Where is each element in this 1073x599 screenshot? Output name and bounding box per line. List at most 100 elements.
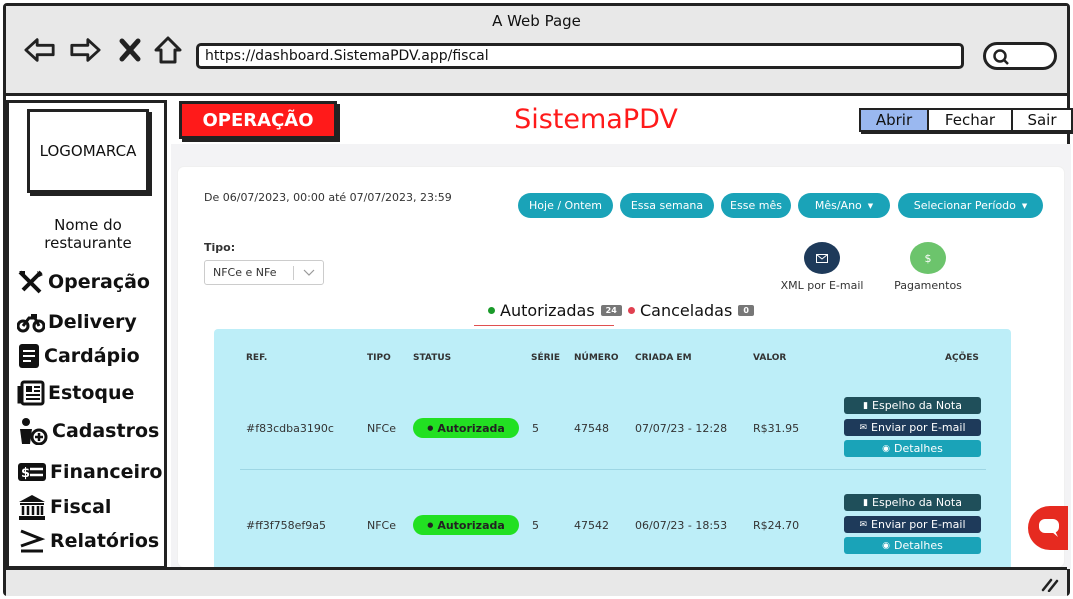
column-header: CRIADA EM [635, 353, 692, 363]
serie-cell: 5 [532, 422, 539, 435]
column-header: SÉRIE [531, 353, 561, 363]
send-email-button[interactable]: ✉ Enviar por E-mail [844, 516, 981, 533]
restaurant-name: Nome do restaurante [44, 216, 132, 252]
column-header: NÚMERO [574, 353, 619, 363]
chevron-down-icon [303, 269, 315, 276]
chat-icon [1039, 519, 1059, 537]
tipo-value: NFCe e NFe [213, 266, 277, 279]
open-button[interactable]: Abrir [861, 110, 929, 130]
notes-table: REF. TIPO STATUS SÉRIE NÚMERO CRIADA EM … [214, 329, 1011, 567]
logo: LOGOMARCA [27, 109, 149, 193]
column-header: AÇÕES [945, 353, 979, 363]
status-dot-icon: ● [427, 424, 434, 432]
sidebar-item-label: Estoque [48, 382, 135, 404]
status-dot [488, 307, 495, 314]
tipo-select[interactable]: NFCe e NFe [204, 260, 324, 285]
session-actions: Abrir Fechar Sair [859, 108, 1073, 132]
mirror-note-button[interactable]: ▮ Espelho da Nota [844, 397, 981, 414]
details-button[interactable]: ◉ Detalhes [844, 440, 981, 457]
browser-chrome: A Web Page https://dashboard.SistemaPDV.… [6, 6, 1067, 96]
home-icon[interactable] [152, 36, 184, 64]
action-label: Enviar por E-mail [871, 518, 966, 531]
envelope-icon [816, 253, 828, 263]
envelope-icon: ✉ [859, 519, 868, 530]
sidebar-item-operacao[interactable]: Operação [17, 267, 150, 297]
period-custom-dropdown[interactable]: Selecionar Período ▼ [898, 193, 1043, 218]
file-icon: ▮ [863, 400, 869, 411]
newspaper-icon [17, 380, 45, 406]
tipo-cell: NFCe [367, 519, 397, 532]
tab-canceladas[interactable]: Canceladas 0 [628, 301, 754, 320]
close-button[interactable]: Fechar [929, 110, 1013, 130]
sidebar-item-fiscal[interactable]: Fiscal [17, 492, 111, 522]
user-plus-icon [20, 418, 48, 445]
resize-handle-icon[interactable] [1041, 576, 1059, 592]
forward-icon[interactable] [69, 36, 101, 64]
period-month-year-label: Mês/Ano [814, 199, 862, 212]
envelope-icon: ✉ [859, 422, 868, 433]
period-custom-label: Selecionar Período [913, 199, 1016, 212]
valor-cell: R$31.95 [753, 422, 800, 435]
close-icon[interactable] [114, 36, 146, 64]
sidebar-item-cadastros[interactable]: Cadastros [17, 416, 159, 446]
tipo-cell: NFCe [367, 422, 397, 435]
tab-label: Autorizadas [500, 301, 595, 320]
brand-title: SistemaPDV [514, 104, 678, 135]
column-header: STATUS [413, 353, 452, 363]
numero-cell: 47548 [574, 422, 609, 435]
sidebar-item-label: Operação [48, 271, 150, 293]
exit-button[interactable]: Sair [1013, 110, 1071, 130]
sidebar-item-relatorios[interactable]: Relatórios [17, 526, 159, 556]
period-month-button[interactable]: Esse mês [721, 193, 791, 218]
tab-autorizadas[interactable]: Autorizadas 24 [488, 301, 622, 320]
sidebar-item-label: Cadastros [52, 420, 160, 442]
details-button[interactable]: ◉ Detalhes [844, 537, 981, 554]
status-badge: ● Autorizada [413, 418, 519, 438]
action-label: Enviar por E-mail [871, 421, 966, 434]
period-today-button[interactable]: Hoje / Ontem [518, 193, 613, 218]
tab-count: 0 [738, 305, 754, 316]
payments-button[interactable]: $ [910, 242, 946, 274]
sidebar-item-label: Financeiro [50, 461, 163, 483]
action-label: Detalhes [894, 539, 943, 552]
action-label: Detalhes [894, 442, 943, 455]
svg-text:$: $ [21, 466, 30, 481]
status-label: Autorizada [437, 518, 505, 532]
dollar-icon: $ [924, 251, 932, 265]
sidebar-item-estoque[interactable]: Estoque [17, 378, 134, 408]
section-badge: OPERAÇÃO [179, 101, 337, 139]
utensils-icon [18, 270, 43, 294]
xml-email-button[interactable] [804, 242, 840, 274]
ref-cell: #f83cdba3190c [246, 422, 334, 435]
money-icon: $ [18, 463, 46, 481]
date-range: De 06/07/2023, 00:00 até 07/07/2023, 23:… [204, 191, 452, 204]
sidebar-item-delivery[interactable]: Delivery [17, 307, 137, 337]
action-label: Espelho da Nota [872, 496, 962, 509]
tipo-label: Tipo: [204, 241, 236, 254]
sidebar-item-label: Cardápio [44, 345, 140, 367]
column-header: REF. [246, 353, 268, 363]
row-divider [240, 469, 986, 470]
criada-cell: 07/07/23 - 12:28 [635, 422, 728, 435]
bank-icon [19, 495, 45, 520]
active-tab-underline [474, 325, 614, 326]
period-week-button[interactable]: Essa semana [620, 193, 714, 218]
back-icon[interactable] [24, 36, 56, 64]
menu-card-icon [19, 344, 39, 368]
url-bar[interactable]: https://dashboard.SistemaPDV.app/fiscal [196, 43, 964, 69]
window-title: A Web Page [492, 12, 581, 30]
search-box[interactable] [983, 42, 1057, 70]
sidebar-item-financeiro[interactable]: $ Financeiro [17, 457, 162, 487]
status-label: Autorizada [437, 421, 505, 435]
fiscal-panel: De 06/07/2023, 00:00 até 07/07/2023, 23:… [178, 167, 1064, 567]
mirror-note-button[interactable]: ▮ Espelho da Nota [844, 494, 981, 511]
eye-icon: ◉ [882, 540, 891, 551]
ref-cell: #ff3f758ef9a5 [246, 519, 327, 532]
xml-email-label: XML por E-mail [780, 279, 864, 292]
column-header: VALOR [753, 353, 787, 363]
numero-cell: 47542 [574, 519, 609, 532]
period-month-year-dropdown[interactable]: Mês/Ano ▼ [798, 193, 890, 218]
chat-widget-button[interactable] [1028, 506, 1068, 550]
sidebar-item-cardapio[interactable]: Cardápio [17, 341, 140, 371]
send-email-button[interactable]: ✉ Enviar por E-mail [844, 419, 981, 436]
